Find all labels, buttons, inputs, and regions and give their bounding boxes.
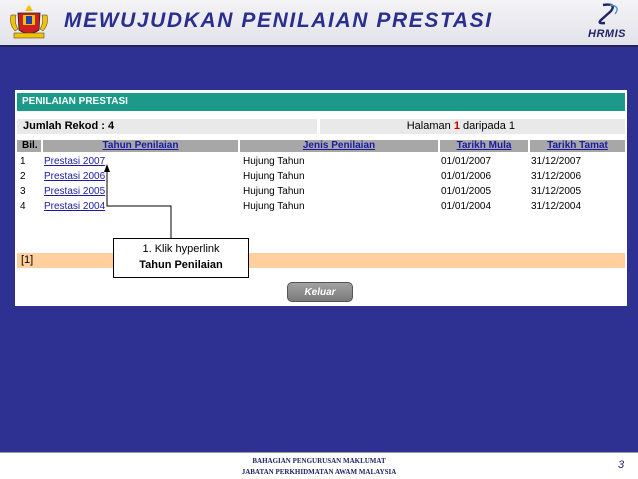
performance-panel: PENILAIAN PRESTASI Jumlah Rekod : 4 Hala… <box>15 90 627 306</box>
record-count: Jumlah Rekod : 4 <box>17 119 317 134</box>
column-header-tahun-penilaian[interactable]: Tahun Penilaian <box>43 140 238 152</box>
row-tarikh-tamat: 31/12/2007 <box>531 156 582 167</box>
callout-line2: Tahun Penilaian <box>139 259 223 271</box>
tahun-penilaian-link[interactable]: Prestasi 2005 <box>44 184 105 199</box>
table-row: 3 Prestasi 2005 Hujung Tahun 01/01/2005 … <box>15 184 627 199</box>
hrmis-logo-icon: HRMIS <box>579 2 635 44</box>
row-bil: 4 <box>20 201 26 212</box>
row-jenis: Hujung Tahun <box>243 156 305 167</box>
slide-page-number: 3 <box>618 459 625 471</box>
row-tarikh-mula: 01/01/2007 <box>441 156 492 167</box>
row-tarikh-tamat: 31/12/2006 <box>531 171 582 182</box>
row-tarikh-mula: 01/01/2006 <box>441 171 492 182</box>
page-current: 1 <box>453 120 460 132</box>
footer-line2: JABATAN PERKHIDMATAN AWAM MALAYSIA <box>241 468 397 476</box>
callout-line1: 1. Klik hyperlink <box>142 243 220 255</box>
instruction-callout: 1. Klik hyperlink Tahun Penilaian <box>113 238 249 278</box>
row-tarikh-mula: 01/01/2004 <box>441 201 492 212</box>
table-row: 2 Prestasi 2006 Hujung Tahun 01/01/2006 … <box>15 169 627 184</box>
slide-header: MEWUJUDKAN PENILAIAN PRESTASI HRMIS <box>0 0 638 47</box>
row-jenis: Hujung Tahun <box>243 186 305 197</box>
malaysia-crest-icon <box>10 5 48 39</box>
table-row: 4 Prestasi 2004 Hujung Tahun 01/01/2004 … <box>15 199 627 214</box>
page-indicator: Halaman 1 daripada 1 <box>320 119 625 134</box>
footer-line1: BAHAGIAN PENGURUSAN MAKLUMAT <box>252 457 386 465</box>
column-header-tarikh-tamat[interactable]: Tarikh Tamat <box>530 140 625 152</box>
tahun-penilaian-link[interactable]: Prestasi 2004 <box>44 199 105 214</box>
row-tarikh-tamat: 31/12/2004 <box>531 201 582 212</box>
page-title: MEWUJUDKAN PENILAIAN PRESTASI <box>64 9 493 32</box>
panel-title: PENILAIAN PRESTASI <box>17 93 625 111</box>
table-row: 1 Prestasi 2007 Hujung Tahun 01/01/2007 … <box>15 154 627 169</box>
row-tarikh-tamat: 31/12/2005 <box>531 186 582 197</box>
row-jenis: Hujung Tahun <box>243 171 305 182</box>
column-header-bil: Bil. <box>17 140 41 152</box>
row-jenis: Hujung Tahun <box>243 201 305 212</box>
row-bil: 3 <box>20 186 26 197</box>
tahun-penilaian-link[interactable]: Prestasi 2006 <box>44 169 105 184</box>
row-bil: 1 <box>20 156 26 167</box>
keluar-button[interactable]: Keluar <box>287 282 353 302</box>
pagination-bar[interactable]: [1] <box>17 253 625 268</box>
hrmis-brand-text: HRMIS <box>588 28 626 40</box>
slide-footer: BAHAGIAN PENGURUSAN MAKLUMAT JABATAN PER… <box>0 452 638 479</box>
column-header-tarikh-mula[interactable]: Tarikh Mula <box>440 140 528 152</box>
row-bil: 2 <box>20 171 26 182</box>
page-suffix: daripada 1 <box>463 120 515 132</box>
page-prefix: Halaman <box>406 120 451 132</box>
tahun-penilaian-link[interactable]: Prestasi 2007 <box>44 154 105 169</box>
column-header-jenis-penilaian[interactable]: Jenis Penilaian <box>240 140 438 152</box>
row-tarikh-mula: 01/01/2005 <box>441 186 492 197</box>
